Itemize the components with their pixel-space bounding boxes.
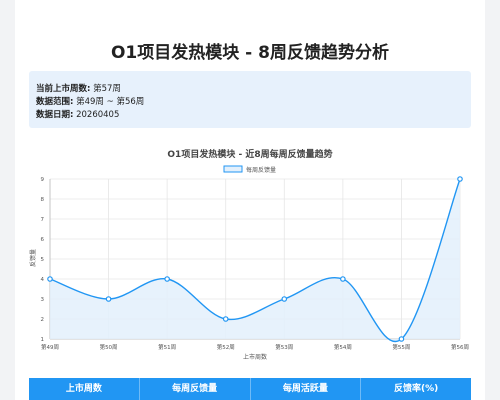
y-tick-label: 3 bbox=[41, 297, 45, 303]
chart-title: O1项目发热模块 - 近8周每周反馈量趋势 bbox=[167, 148, 332, 160]
data-point[interactable] bbox=[47, 276, 53, 282]
legend-label: 每周反馈量 bbox=[246, 166, 276, 174]
data-point[interactable] bbox=[105, 296, 112, 302]
data-point[interactable] bbox=[222, 316, 229, 322]
x-tick-label: 第54周 bbox=[334, 343, 352, 351]
y-tick-label: 9 bbox=[41, 177, 45, 183]
x-tick-label: 第52周 bbox=[217, 343, 235, 351]
x-tick-label: 第53周 bbox=[275, 343, 293, 351]
y-tick-label: 5 bbox=[41, 257, 45, 263]
chart-legend[interactable]: 每周反馈量 bbox=[223, 165, 276, 174]
table-header-feedback[interactable]: 每周反馈量 bbox=[140, 378, 251, 400]
x-tick-label: 第55周 bbox=[392, 343, 410, 351]
data-point[interactable] bbox=[398, 336, 405, 342]
y-tick-label: 8 bbox=[41, 197, 45, 203]
legend-swatch bbox=[223, 165, 243, 173]
table-header-active[interactable]: 每周活跃量 bbox=[251, 378, 362, 400]
data-point[interactable] bbox=[164, 276, 170, 282]
table-header-rate[interactable]: 反馈率(%) bbox=[361, 378, 471, 400]
y-tick-label: 6 bbox=[41, 237, 45, 243]
data-point[interactable] bbox=[340, 276, 346, 282]
x-tick-label: 第51周 bbox=[158, 343, 176, 351]
series-area bbox=[50, 179, 460, 342]
table-header-week[interactable]: 上市周数 bbox=[29, 378, 140, 400]
data-point[interactable] bbox=[457, 176, 463, 182]
table-header-row: 上市周数 每周反馈量 每周活跃量 反馈率(%) bbox=[29, 378, 471, 400]
x-tick-label: 第50周 bbox=[100, 343, 118, 351]
y-tick-label: 1 bbox=[41, 337, 45, 343]
x-tick-labels: 第49周 第50周 第51周 第52周 第53周 第54周 第55周 第56周 bbox=[41, 343, 469, 351]
x-axis-label: 上市周数 bbox=[243, 353, 267, 361]
y-tick-label: 7 bbox=[41, 217, 45, 223]
x-tick-label: 第49周 bbox=[41, 343, 59, 351]
y-tick-label: 2 bbox=[41, 317, 45, 323]
data-point[interactable] bbox=[281, 296, 288, 302]
y-axis-label: 反馈量 bbox=[29, 249, 37, 267]
line-chart: O1项目发热模块 - 近8周每周反馈量趋势 每周反馈量 1 2 3 4 5 6 7 8 9 第4… bbox=[29, 148, 469, 361]
x-tick-label: 第56周 bbox=[451, 343, 469, 351]
y-tick-label: 4 bbox=[41, 277, 45, 283]
y-tick-labels: 1 2 3 4 5 6 7 8 9 bbox=[41, 177, 45, 343]
area-fill bbox=[50, 179, 460, 342]
